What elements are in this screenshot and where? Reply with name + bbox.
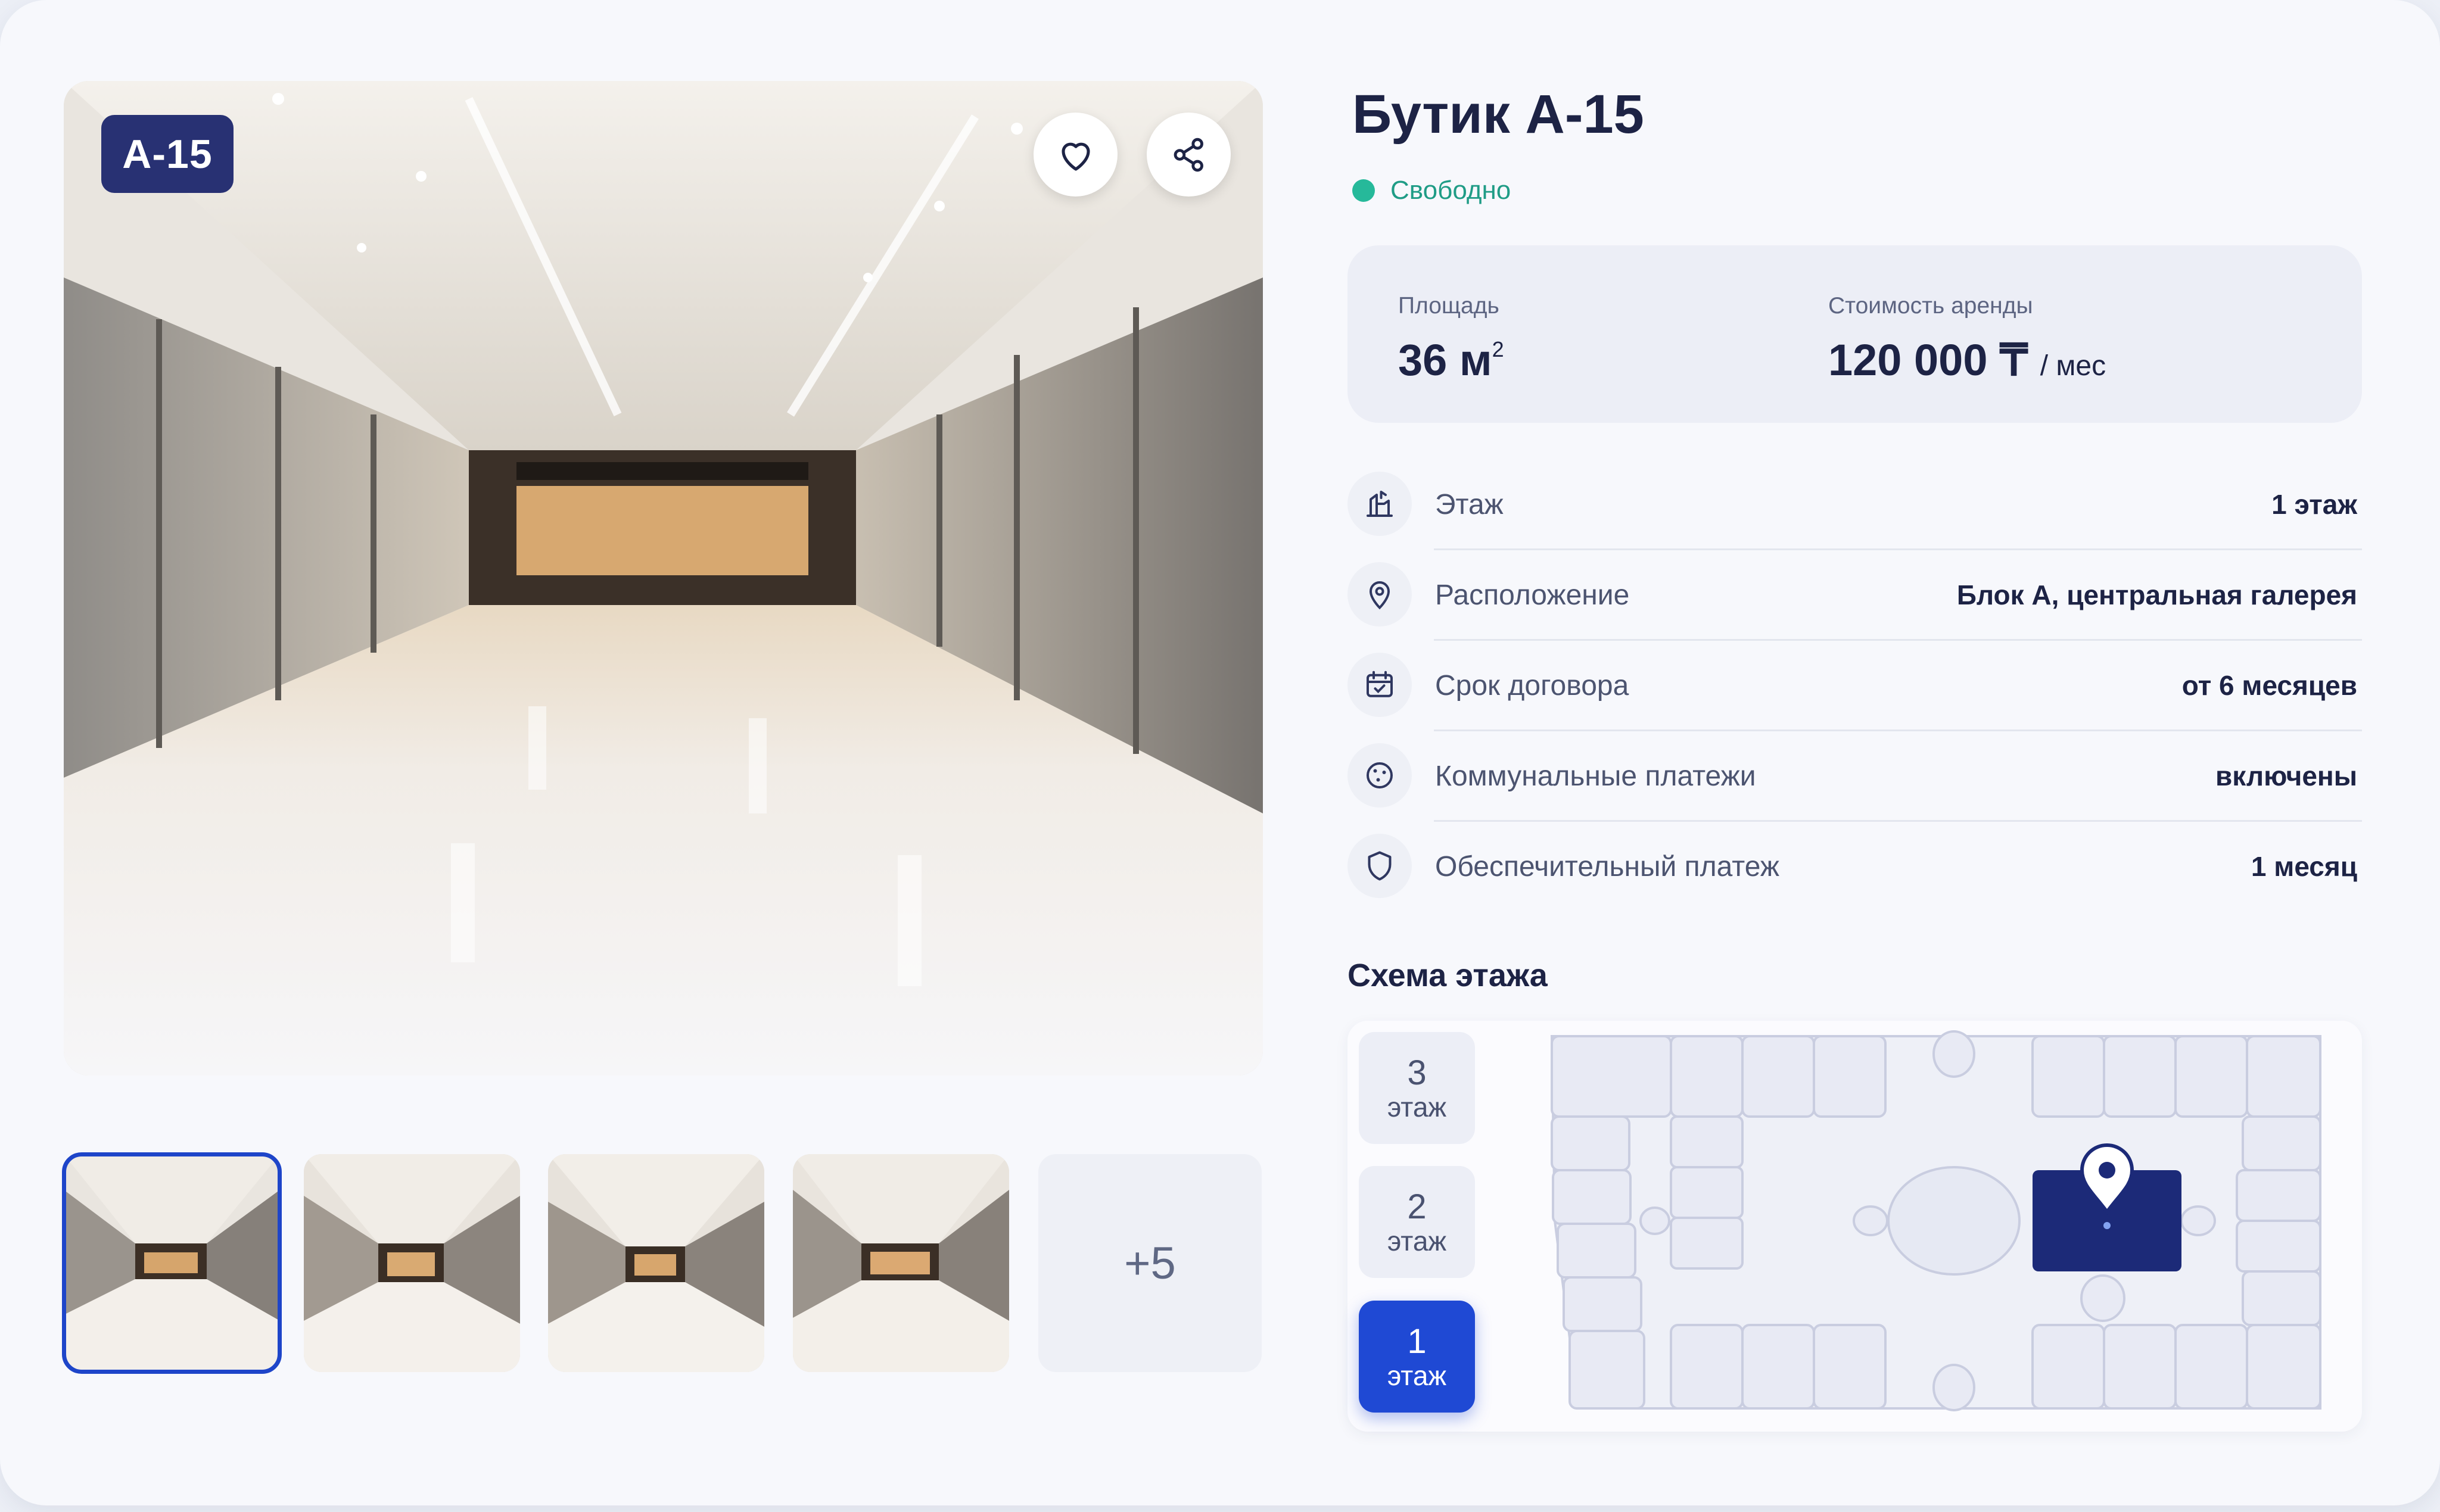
plan-shop[interactable] [2103, 1324, 2177, 1410]
utilities-icon [1347, 743, 1412, 808]
plan-shop[interactable] [1670, 1115, 1744, 1168]
plan-shop[interactable] [2031, 1035, 2105, 1118]
plan-node [2080, 1274, 2125, 1322]
plan-shop[interactable] [2236, 1220, 2321, 1273]
heart-icon [1061, 142, 1090, 171]
detail-value: 1 месяц [2251, 851, 2357, 882]
favorite-button[interactable] [1034, 113, 1118, 197]
price-value: 120 000 ₸ / мес [1828, 335, 2106, 385]
detail-label: Этаж [1435, 489, 1504, 520]
plan-node [2180, 1205, 2216, 1236]
plan-node [1932, 1364, 1975, 1411]
floor-button-3[interactable]: 3 этаж [1359, 1032, 1475, 1144]
plan-shop[interactable] [1670, 1166, 1744, 1219]
thumbnail-4[interactable] [793, 1154, 1009, 1372]
area-label: Площадь [1398, 293, 1499, 319]
plan-shop[interactable] [1813, 1324, 1887, 1410]
plan-shop[interactable] [1670, 1217, 1744, 1270]
listing-card: А-15 +5 Бутик А-15 Свободно Площадь 36 м… [0, 0, 2440, 1505]
plan-shop[interactable] [1670, 1035, 1744, 1118]
plan-shop[interactable] [1551, 1035, 1672, 1118]
plan-shop[interactable] [2031, 1324, 2105, 1410]
unit-tag: А-15 [101, 115, 234, 193]
floor-button-1[interactable]: 1 этаж [1359, 1301, 1475, 1413]
floor-plan-map[interactable] [1537, 1024, 2335, 1417]
detail-value: от 6 месяцев [2181, 670, 2357, 701]
status-dot [1352, 179, 1375, 202]
plan-atrium [1887, 1166, 2021, 1276]
plan-shop[interactable] [1813, 1035, 1887, 1118]
detail-label: Расположение [1435, 579, 1630, 611]
detail-label: Обеспечительный платеж [1435, 851, 1779, 883]
plan-shop[interactable] [2242, 1270, 2321, 1326]
detail-value: Блок А, центральная галерея [1956, 579, 2357, 610]
plan-shop[interactable] [2236, 1169, 2321, 1222]
thumbnail-3[interactable] [548, 1154, 764, 1372]
status-text: Свободно [1390, 176, 1511, 205]
plan-node [1932, 1030, 1975, 1078]
plan-shop[interactable] [1741, 1324, 1815, 1410]
thumbnail-1[interactable] [62, 1152, 282, 1374]
plan-shop[interactable] [2174, 1324, 2248, 1410]
floor-button-2[interactable]: 2 этаж [1359, 1166, 1475, 1278]
more-photos-button[interactable]: +5 [1038, 1154, 1262, 1372]
shield-icon [1347, 834, 1412, 898]
plan-node [1853, 1205, 1888, 1236]
plan-shop[interactable] [2246, 1035, 2321, 1118]
plan-shop[interactable] [1552, 1169, 1632, 1225]
detail-label: Срок договора [1435, 670, 1629, 702]
plan-shop[interactable] [1741, 1035, 1815, 1118]
detail-row-contract: Срок договора от 6 месяцев [1347, 641, 2362, 731]
detail-label: Коммунальные платежи [1435, 760, 1756, 792]
plan-node [1639, 1207, 1670, 1235]
thumbnail-2[interactable] [304, 1154, 520, 1372]
listing-title: Бутик А-15 [1352, 84, 1644, 145]
status-badge: Свободно [1352, 176, 1511, 205]
detail-row-location: Расположение Блок А, центральная галерея [1347, 550, 2362, 641]
plan-shop[interactable] [2246, 1324, 2321, 1410]
floor-icon [1347, 472, 1412, 536]
detail-value: 1 этаж [2271, 489, 2357, 520]
location-pin-icon [1347, 562, 1412, 626]
calendar-icon [1347, 653, 1412, 717]
plan-shop[interactable] [1568, 1330, 1645, 1410]
share-button[interactable] [1147, 113, 1231, 197]
plan-shop[interactable] [1557, 1223, 1636, 1279]
main-photo[interactable] [64, 81, 1263, 1075]
plan-shop[interactable] [1551, 1115, 1630, 1171]
price-label: Стоимость аренды [1828, 293, 2033, 319]
detail-row-floor: Этаж 1 этаж [1347, 460, 2362, 550]
stats-panel: Площадь 36 м2 Стоимость аренды 120 000 ₸… [1347, 245, 2362, 423]
detail-row-utilities: Коммунальные платежи включены [1347, 731, 2362, 822]
plan-shop[interactable] [2103, 1035, 2177, 1118]
area-value: 36 м2 [1398, 335, 1504, 385]
plan-shop[interactable] [2242, 1115, 2321, 1171]
share-icon [1174, 138, 1203, 172]
plan-shop[interactable] [1563, 1276, 1642, 1332]
detail-value: включены [2215, 760, 2357, 791]
scheme-title: Схема этажа [1347, 958, 1548, 993]
plan-shop[interactable] [2174, 1035, 2248, 1118]
plan-shop[interactable] [1670, 1324, 1744, 1410]
detail-row-deposit: Обеспечительный платеж 1 месяц [1347, 822, 2362, 912]
